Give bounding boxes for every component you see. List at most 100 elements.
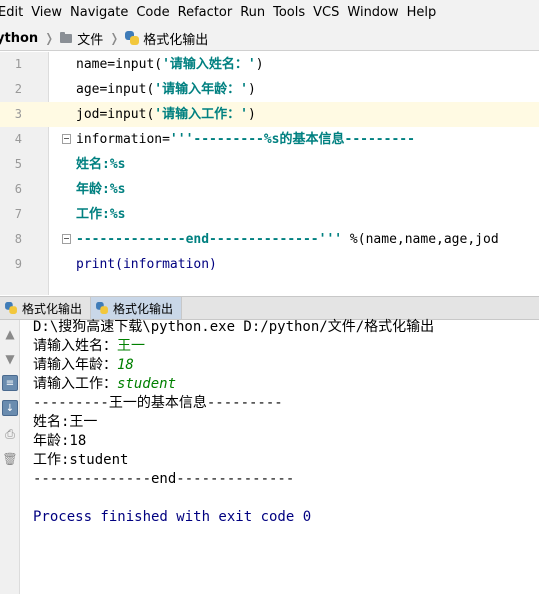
print-icon[interactable]: ⎙ <box>2 426 18 442</box>
run-console[interactable]: D:\搜狗高速下载\python.exe D:/python/文件/格式化输出 … <box>33 318 539 594</box>
string-literal: '请输入工作：' <box>154 107 248 122</box>
scroll-down-icon[interactable]: ▼ <box>2 351 18 367</box>
prompt-label: 请输入工作： <box>33 376 117 392</box>
user-input-value: 18 <box>117 357 134 373</box>
console-output-line: --------------end-------------- <box>33 471 295 487</box>
line-number: 7 <box>14 207 22 221</box>
folder-icon <box>60 31 73 43</box>
breadcrumb: ython ❭ 文件 ❭ 格式化输出 <box>0 26 539 51</box>
string-literal: '请输入年龄：' <box>154 82 248 97</box>
menu-navigate[interactable]: Navigate <box>67 0 133 26</box>
code-line[interactable]: 4 information='''---------%s的基本信息--------… <box>0 127 539 152</box>
code-text: age=input('请输入年龄：') <box>76 77 256 102</box>
menu-edit[interactable]: Edit <box>0 0 28 26</box>
code-text: jod=input('请输入工作：') <box>76 102 256 127</box>
run-tab-2[interactable]: 格式化输出 <box>91 297 183 319</box>
python-file-icon <box>96 302 108 314</box>
python-file-icon <box>5 302 17 314</box>
string-literal: --------------end--------------''' <box>76 232 343 247</box>
line-number: 6 <box>14 182 22 196</box>
line-number: 3 <box>14 107 22 121</box>
console-prompt-line: 请输入姓名：王一 <box>33 337 539 356</box>
code-text: 工作:%s <box>76 202 125 227</box>
menu-window[interactable]: Window <box>344 0 403 26</box>
menu-view[interactable]: View <box>28 0 67 26</box>
line-number: 2 <box>14 82 22 96</box>
console-toolbar: ▲ ▼ ≡ ↓ ⎙ 🗑 <box>0 320 20 594</box>
string-literal: 工作:%s <box>76 207 126 222</box>
code-line[interactable]: 3 jod=input('请输入工作：') <box>0 102 539 127</box>
run-tab-1[interactable]: 格式化输出 <box>0 297 92 319</box>
string-literal: '请输入姓名：' <box>162 57 256 72</box>
soft-wrap-icon[interactable]: ≡ <box>2 375 18 391</box>
code-token: ) <box>247 107 256 122</box>
trash-icon[interactable]: 🗑 <box>2 451 18 467</box>
python-file-icon <box>125 31 140 45</box>
code-text: name=input('请输入姓名：') <box>76 52 264 77</box>
breadcrumb-chevron-icon: ❭ <box>109 31 120 45</box>
code-line[interactable]: 6 年龄:%s <box>0 177 539 202</box>
breadcrumb-project[interactable]: ython <box>0 26 38 51</box>
code-line[interactable]: 2 age=input('请输入年龄：') <box>0 77 539 102</box>
line-number: 4 <box>14 132 22 146</box>
breadcrumb-file[interactable]: 格式化输出 <box>125 26 208 51</box>
fold-marker-icon[interactable] <box>62 234 71 244</box>
scroll-to-end-icon[interactable]: ↓ <box>2 400 18 416</box>
code-token: ) <box>255 57 264 72</box>
code-token: ) <box>247 82 256 97</box>
code-line[interactable]: 8 --------------end--------------''' %(na… <box>0 227 539 252</box>
code-token: print(information) <box>76 257 217 272</box>
line-number: 5 <box>14 157 22 171</box>
string-literal: '''---------%s的基本信息--------- <box>169 132 415 147</box>
line-number: 1 <box>14 57 22 71</box>
code-text: 年龄:%s <box>76 177 125 202</box>
code-token: %(name,name,age,jod <box>342 232 499 247</box>
code-token: age=input( <box>76 82 155 97</box>
console-prompt-line: 请输入工作：student <box>33 375 539 394</box>
breadcrumb-folder-label: 文件 <box>77 32 104 48</box>
code-text: print(information) <box>76 252 217 277</box>
breadcrumb-project-label: ython <box>0 30 39 46</box>
code-line[interactable]: 7 工作:%s <box>0 202 539 227</box>
user-input-value: 王一 <box>117 338 145 354</box>
run-tab-label: 格式化输出 <box>22 301 83 316</box>
code-text: --------------end--------------''' %(nam… <box>76 227 499 252</box>
menu-refactor[interactable]: Refactor <box>175 0 238 26</box>
menu-run[interactable]: Run <box>237 0 270 26</box>
menu-code[interactable]: Code <box>133 0 174 26</box>
console-command: D:\搜狗高速下载\python.exe D:/python/文件/格式化输出 <box>33 319 435 335</box>
code-text: 姓名:%s <box>76 152 125 177</box>
code-line[interactable]: 5 姓名:%s <box>0 152 539 177</box>
menu-vcs[interactable]: VCS <box>310 0 344 26</box>
console-output-line: 年龄:18 <box>33 433 87 449</box>
prompt-label: 请输入姓名： <box>33 338 117 354</box>
breadcrumb-chevron-icon: ❭ <box>44 31 55 45</box>
scroll-up-icon[interactable]: ▲ <box>2 326 18 342</box>
console-prompt-line: 请输入年龄：18 <box>33 356 539 375</box>
code-line[interactable]: 9 print(information) <box>0 252 539 277</box>
prompt-label: 请输入年龄： <box>33 357 117 373</box>
menu-bar: Edit View Navigate Code Refactor Run Too… <box>0 0 539 26</box>
menu-tools[interactable]: Tools <box>270 0 310 26</box>
breadcrumb-folder[interactable]: 文件 <box>60 26 103 51</box>
console-output-line: ---------王一的基本信息--------- <box>33 395 283 411</box>
string-literal: 年龄:%s <box>76 182 126 197</box>
code-text: information='''---------%s的基本信息--------- <box>76 127 415 152</box>
console-output-line: 姓名:王一 <box>33 414 98 430</box>
code-line[interactable]: 1 name=input('请输入姓名：') <box>0 52 539 77</box>
string-literal: 姓名:%s <box>76 157 126 172</box>
code-token: information= <box>76 132 170 147</box>
code-token: name=input( <box>76 57 163 72</box>
code-editor[interactable]: 1 name=input('请输入姓名：') 2 age=input('请输入年龄：'… <box>0 52 539 295</box>
line-number: 8 <box>14 232 22 246</box>
console-output-line: 工作:student <box>33 452 129 468</box>
run-tabs: 格式化输出 格式化输出 <box>0 296 539 320</box>
run-tab-label: 格式化输出 <box>113 301 174 316</box>
code-token: jod=input( <box>76 107 155 122</box>
user-input-value: student <box>117 376 177 392</box>
menu-help[interactable]: Help <box>404 0 442 26</box>
fold-marker-icon[interactable] <box>62 134 71 144</box>
line-number: 9 <box>14 257 22 271</box>
exit-message: Process finished with exit code 0 <box>33 509 312 525</box>
